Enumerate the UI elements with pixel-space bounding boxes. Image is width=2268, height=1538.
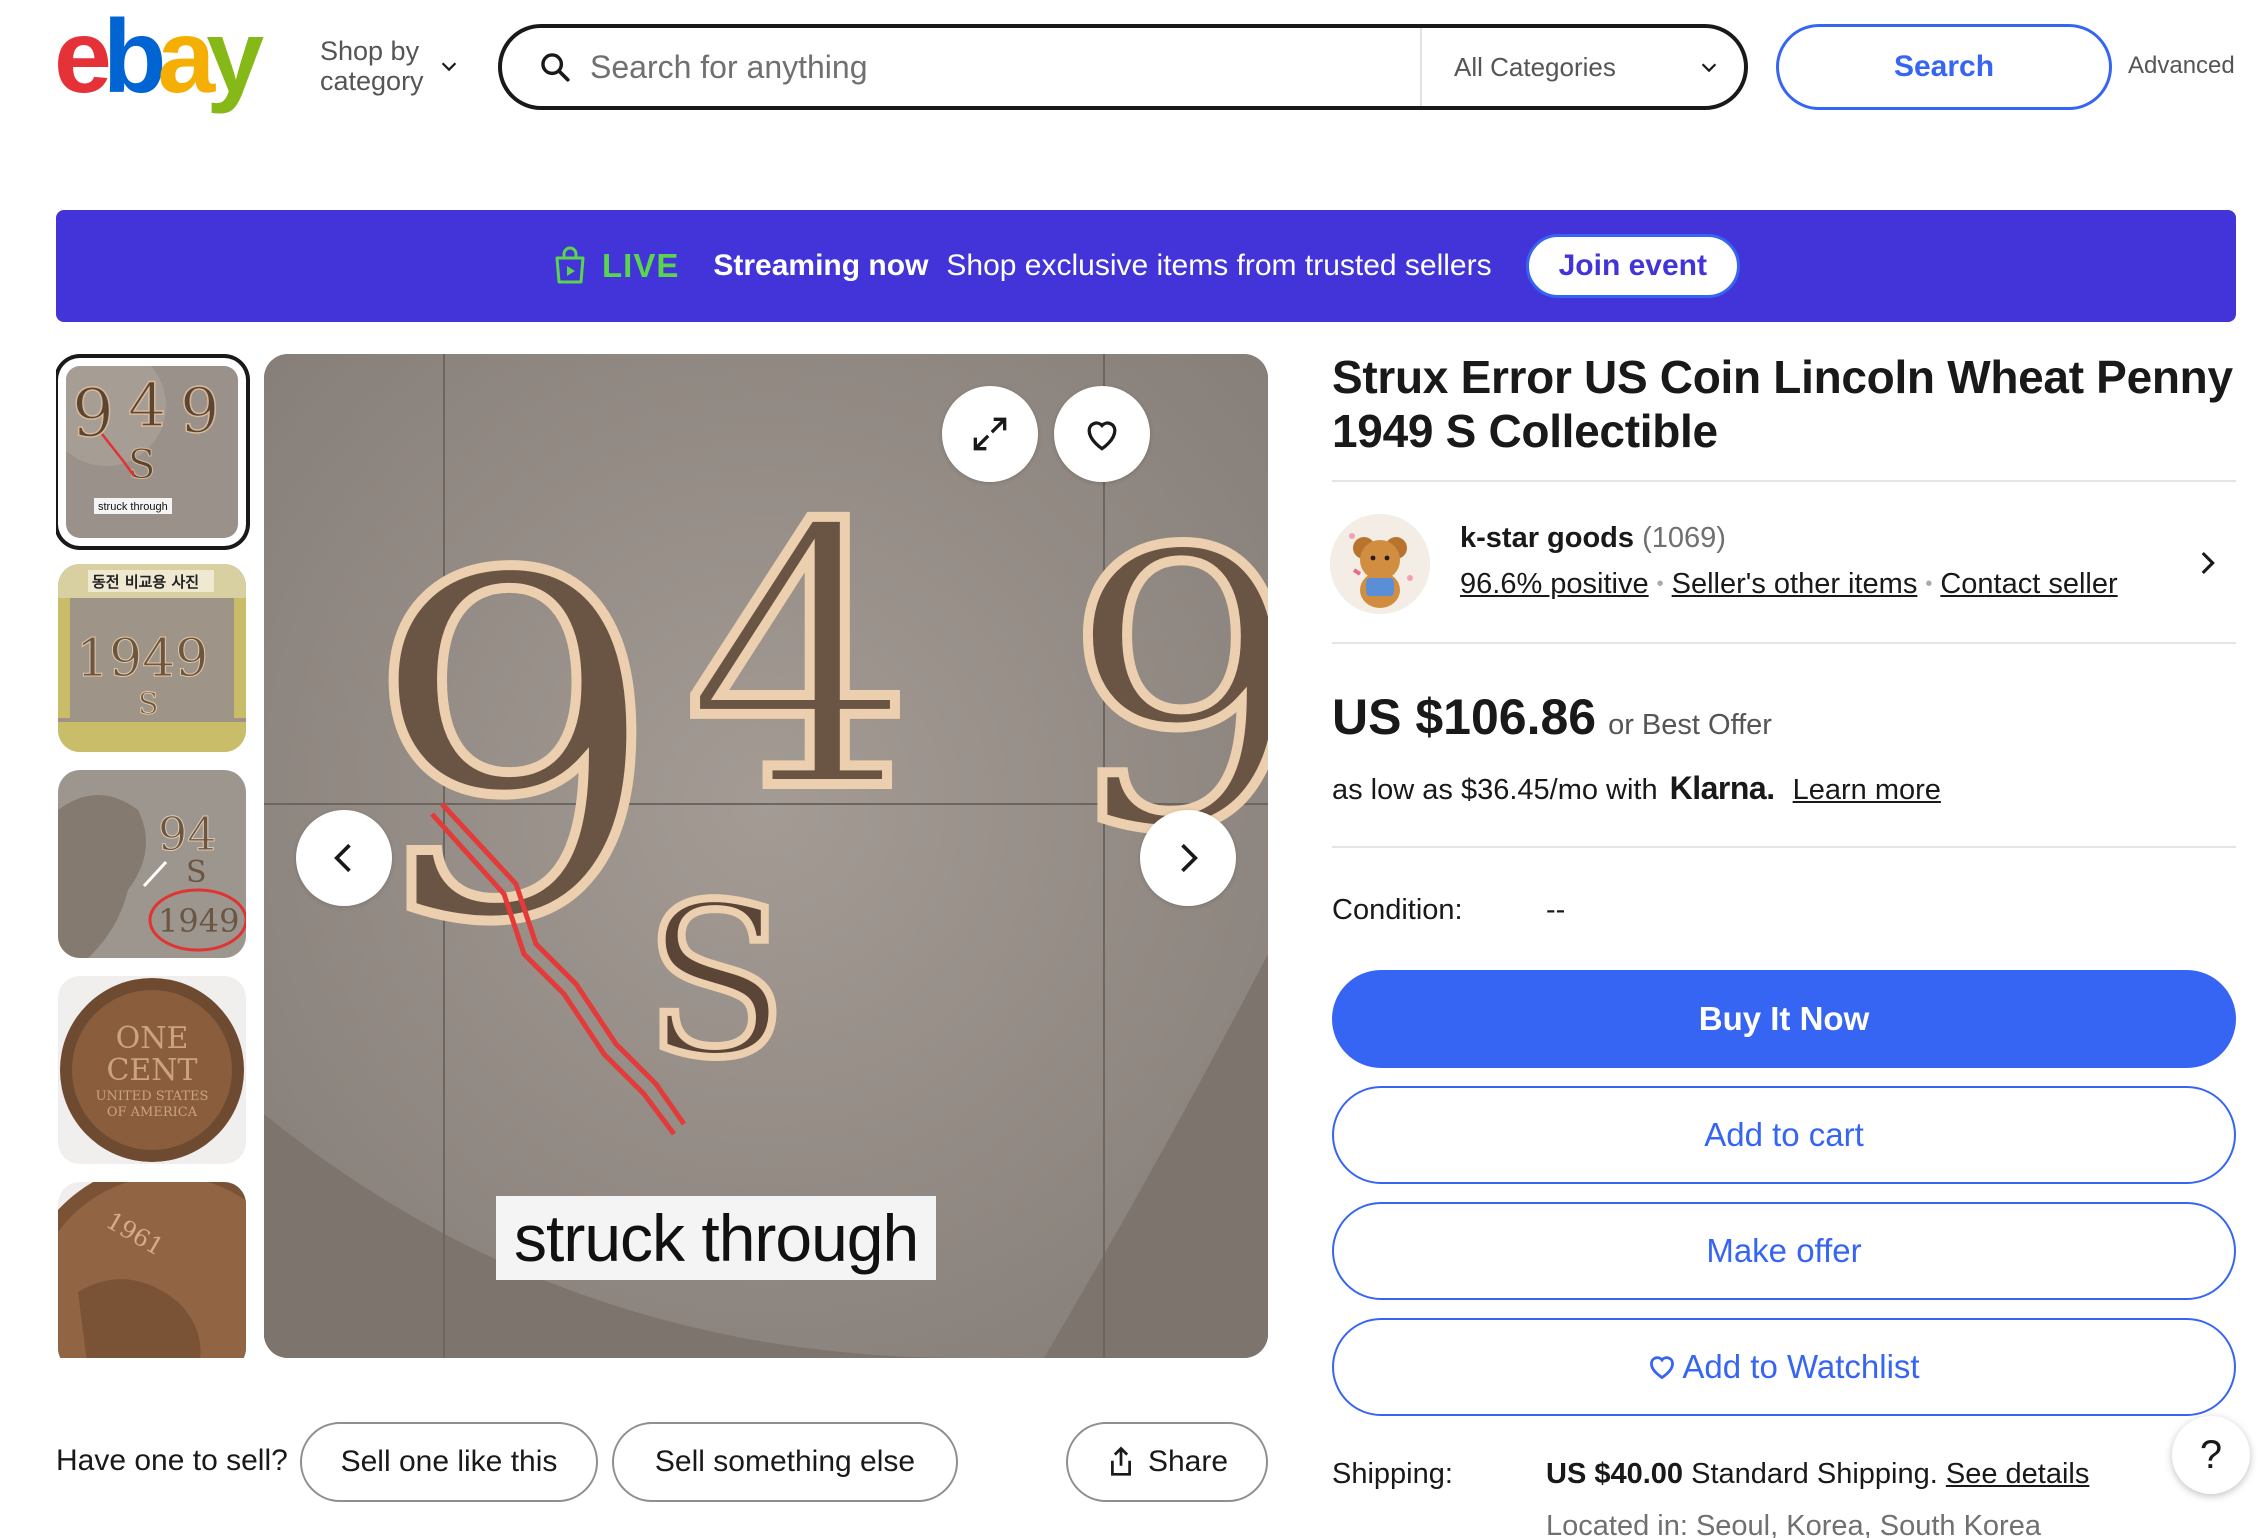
svg-text:1949: 1949 bbox=[158, 902, 239, 940]
watch-heart-button[interactable] bbox=[1054, 386, 1150, 482]
divider bbox=[1332, 480, 2236, 482]
add-to-cart-button[interactable]: Add to cart bbox=[1332, 1086, 2236, 1184]
make-offer-button[interactable]: Make offer bbox=[1332, 1202, 2236, 1300]
svg-text:ebay: ebay bbox=[54, 6, 264, 115]
buy-it-now-button[interactable]: Buy It Now bbox=[1332, 970, 2236, 1068]
seller-feedback-count: (1069) bbox=[1642, 522, 1726, 554]
thumb-one-label: ONE bbox=[116, 1021, 189, 1056]
svg-text:94: 94 bbox=[158, 807, 217, 861]
thumb-of-america-label: OF AMERICA bbox=[107, 1105, 198, 1120]
thumbnail-3[interactable]: 94 S 1949 bbox=[58, 770, 246, 958]
shipping-method: Standard Shipping. bbox=[1691, 1458, 1938, 1490]
previous-image-button[interactable] bbox=[296, 810, 392, 906]
sell-one-like-this-button[interactable]: Sell one like this bbox=[300, 1422, 598, 1502]
condition-value: -- bbox=[1546, 894, 1566, 926]
best-offer-label: or Best Offer bbox=[1608, 709, 1772, 741]
next-image-button[interactable] bbox=[1140, 810, 1236, 906]
svg-text:S: S bbox=[128, 442, 155, 488]
price-block: US $106.86 or Best Offer bbox=[1332, 688, 1772, 746]
expand-button[interactable] bbox=[942, 386, 1038, 482]
thumbnail-1[interactable]: 9 4 9 S struck through bbox=[58, 358, 246, 546]
heart-icon bbox=[1087, 421, 1117, 451]
chevron-down-icon bbox=[441, 62, 456, 72]
condition-label: Condition: bbox=[1332, 894, 1463, 926]
chevron-right-icon[interactable] bbox=[2190, 546, 2224, 580]
share-label: Share bbox=[1147, 1445, 1229, 1478]
search-button[interactable]: Search bbox=[1776, 24, 2112, 110]
shipping-label: Shipping: bbox=[1332, 1458, 1453, 1490]
svg-text:4: 4 bbox=[128, 371, 166, 441]
streaming-now-label: Streaming now bbox=[713, 249, 929, 282]
klarna-text: as low as $36.45/mo with bbox=[1332, 774, 1658, 806]
category-select-value: All Categories bbox=[1454, 51, 1616, 82]
live-event-banner: LIVE Streaming now Shop exclusive items … bbox=[56, 210, 2236, 322]
mint-mark-s: S bbox=[644, 859, 788, 1104]
main-product-image[interactable]: 9 4 9 S struck through bbox=[264, 354, 1268, 1358]
contact-seller-link[interactable]: Contact seller bbox=[1940, 568, 2117, 601]
svg-text:S: S bbox=[186, 855, 207, 890]
advanced-search-link[interactable]: Advanced bbox=[2128, 52, 2235, 80]
digit-4: 4 bbox=[684, 450, 913, 869]
search-input[interactable] bbox=[590, 37, 1420, 97]
join-event-button[interactable]: Join event bbox=[1525, 234, 1740, 298]
separator-dot: • bbox=[1656, 573, 1664, 595]
banner-message: Shop exclusive items from trusted seller… bbox=[946, 249, 1492, 282]
seller-name[interactable]: k-star goods (1069) bbox=[1460, 522, 1726, 555]
add-to-watchlist-button[interactable]: Add to Watchlist bbox=[1332, 1318, 2236, 1416]
seller-positive-feedback-link[interactable]: 96.6% positive bbox=[1460, 568, 1649, 601]
shop-by-category-button[interactable]: Shop by category bbox=[320, 36, 460, 96]
seller-name-text: k-star goods bbox=[1460, 522, 1635, 554]
seller-links: 96.6% positive • Seller's other items • … bbox=[1460, 568, 2118, 601]
seller-avatar[interactable] bbox=[1330, 514, 1430, 614]
image-caption: struck through bbox=[496, 1196, 937, 1280]
svg-text:1949: 1949 bbox=[76, 629, 208, 689]
item-location: Located in: Seoul, Korea, South Korea bbox=[1546, 1510, 2041, 1538]
thumb-comparison-label: 동전 비교용 사진 bbox=[92, 573, 199, 591]
klarna-learn-more-link[interactable]: Learn more bbox=[1793, 774, 1941, 807]
expand-icon bbox=[973, 417, 1007, 451]
sell-something-else-button[interactable]: Sell something else bbox=[612, 1422, 958, 1502]
shop-by-label: Shop by bbox=[320, 36, 420, 66]
price-amount: US $106.86 bbox=[1332, 689, 1597, 745]
digit-9-left: 9 bbox=[364, 478, 663, 1025]
thumb-caption: struck through bbox=[98, 501, 168, 513]
klarna-logo: Klarna. bbox=[1669, 770, 1775, 806]
search-icon bbox=[541, 53, 570, 82]
svg-text:9: 9 bbox=[180, 374, 219, 447]
thumbnail-2[interactable]: 동전 비교용 사진 1949 S bbox=[58, 564, 246, 752]
share-icon bbox=[1110, 1446, 1131, 1476]
share-button[interactable]: Share bbox=[1066, 1422, 1268, 1502]
shipping-value: US $40.00 Standard Shipping. See details bbox=[1546, 1458, 2089, 1491]
help-button[interactable]: ? bbox=[2172, 1416, 2250, 1494]
chevron-right-icon bbox=[1181, 843, 1198, 873]
shipping-see-details-link[interactable]: See details bbox=[1946, 1458, 2090, 1490]
shopping-bag-icon bbox=[555, 246, 585, 284]
heart-icon bbox=[1650, 1356, 1675, 1380]
thumbnail-5[interactable]: 1961 bbox=[58, 1182, 246, 1358]
klarna-financing: as low as $36.45/mo with Klarna. Learn m… bbox=[1332, 770, 1941, 807]
separator-dot: • bbox=[1925, 573, 1933, 595]
chevron-down-icon bbox=[1701, 63, 1717, 73]
have-one-to-sell-label: Have one to sell? bbox=[56, 1444, 288, 1477]
category-select[interactable]: All Categories bbox=[1420, 28, 1744, 106]
chevron-left-icon bbox=[334, 843, 351, 873]
thumb-cent-label: CENT bbox=[106, 1053, 197, 1088]
divider bbox=[1332, 846, 2236, 848]
sellers-other-items-link[interactable]: Seller's other items bbox=[1672, 568, 1918, 601]
listing-title: Strux Error US Coin Lincoln Wheat Penny … bbox=[1332, 351, 2233, 457]
thumbnail-4[interactable]: ONE CENT UNITED STATES OF AMERICA bbox=[58, 976, 246, 1164]
live-label: LIVE bbox=[602, 247, 680, 284]
search-bar: All Categories bbox=[498, 24, 1748, 110]
thumb-united-states-label: UNITED STATES bbox=[96, 1089, 209, 1104]
category-label: category bbox=[320, 66, 424, 96]
divider bbox=[1332, 642, 2236, 644]
ebay-logo[interactable]: ebay bbox=[54, 0, 294, 116]
watchlist-label: Add to Watchlist bbox=[1682, 1348, 1920, 1385]
thumbnail-strip: 9 4 9 S struck through 동전 비교용 사진 1949 S … bbox=[56, 354, 250, 1358]
svg-text:S: S bbox=[138, 687, 159, 722]
shipping-price: US $40.00 bbox=[1546, 1458, 1684, 1490]
